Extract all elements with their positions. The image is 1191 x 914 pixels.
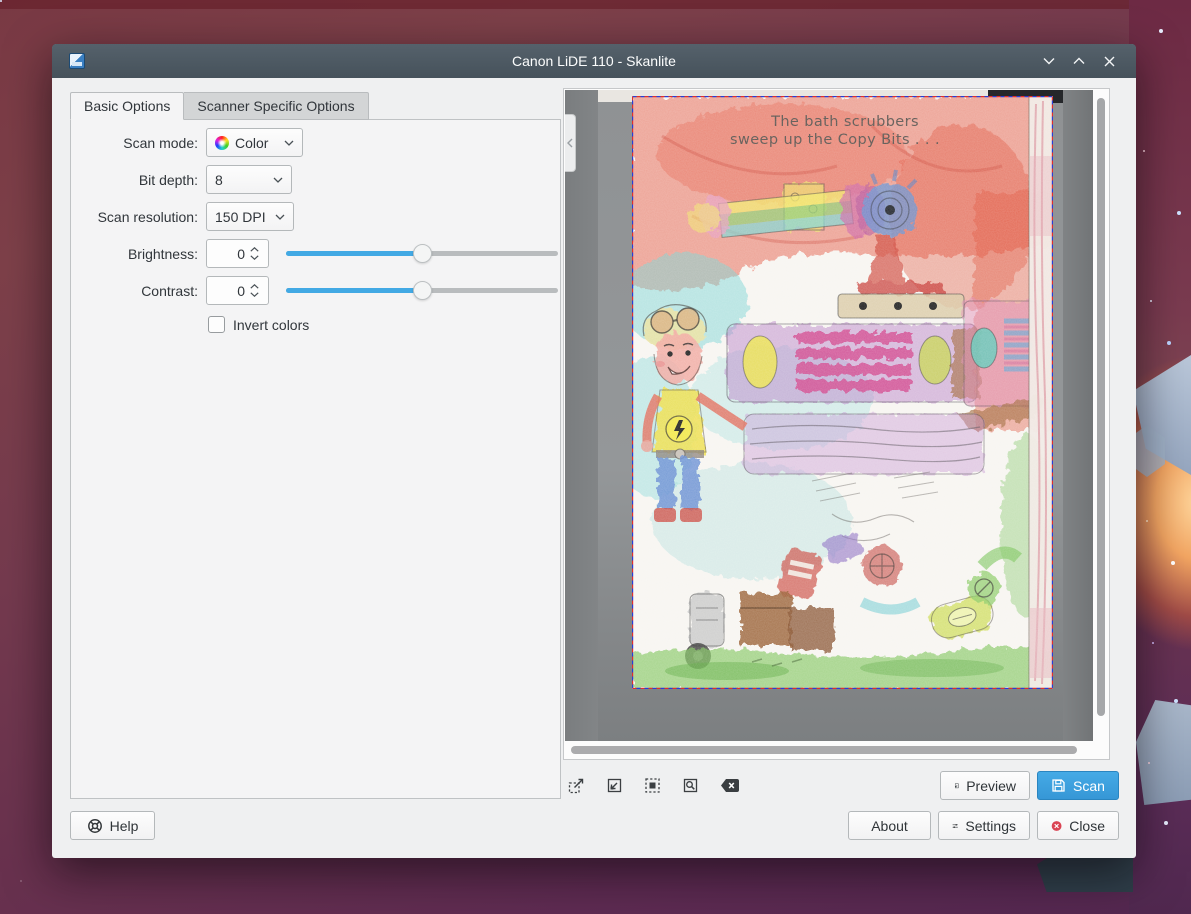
bit-depth-select[interactable]: 8 <box>206 165 292 194</box>
zoom-out-icon <box>606 777 623 794</box>
brightness-slider[interactable] <box>286 244 558 264</box>
preview-canvas[interactable]: The bath scrubbers sweep up the Copy Bit… <box>565 90 1095 743</box>
close-window-button[interactable] <box>1094 44 1124 78</box>
scan-icon <box>1051 778 1066 793</box>
zoom-in-icon <box>568 777 585 794</box>
spinbox-arrows[interactable] <box>250 284 259 297</box>
zoom-toolbar <box>566 775 742 795</box>
slider-fill <box>286 288 422 293</box>
color-wheel-icon <box>215 136 229 150</box>
preview-vertical-scrollbar[interactable] <box>1093 90 1108 743</box>
scan-resolution-value: 150 DPI <box>215 209 266 225</box>
contrast-input[interactable] <box>211 283 245 299</box>
preview-horizontal-scrollbar[interactable] <box>565 741 1095 758</box>
chevron-up-icon <box>1073 57 1085 65</box>
chevron-down-icon <box>275 214 285 220</box>
zoom-to-fit-icon <box>682 777 699 794</box>
brightness-row: Brightness: <box>81 239 558 268</box>
invert-colors-label: Invert colors <box>233 317 309 333</box>
clear-selections-icon <box>720 778 740 793</box>
settings-button[interactable]: Settings <box>938 811 1030 840</box>
invert-colors-checkbox[interactable] <box>208 316 225 333</box>
scan-mode-value: Color <box>235 135 268 151</box>
spin-down-icon <box>250 255 259 260</box>
basic-options-panel: Scan mode: Color Bit depth: 8 Scan resol… <box>70 119 561 799</box>
tab-basic-options[interactable]: Basic Options <box>70 92 184 120</box>
preview-area: The bath scrubbers sweep up the Copy Bit… <box>563 88 1110 760</box>
wallpaper-sparkles <box>0 0 2 2</box>
scan-mode-label: Scan mode: <box>81 135 198 151</box>
spin-up-icon <box>250 247 259 252</box>
invert-colors-row: Invert colors <box>208 316 309 333</box>
contrast-row: Contrast: <box>81 276 558 305</box>
scanned-preview-image[interactable]: The bath scrubbers sweep up the Copy Bit… <box>598 90 1063 742</box>
close-circle-icon <box>1051 818 1062 834</box>
spin-up-icon <box>250 284 259 289</box>
about-button[interactable]: About <box>848 811 931 840</box>
slider-fill <box>286 251 422 256</box>
scan-resolution-select[interactable]: 150 DPI <box>206 202 294 231</box>
help-icon <box>87 818 103 834</box>
bit-depth-label: Bit depth: <box>81 172 198 188</box>
zoom-to-selection-button[interactable] <box>642 775 662 795</box>
scan-drawing: The bath scrubbers sweep up the Copy Bit… <box>632 96 1053 689</box>
brightness-spinbox <box>206 239 269 268</box>
brightness-input[interactable] <box>211 246 245 262</box>
chevron-left-icon <box>567 138 573 148</box>
bit-depth-row: Bit depth: 8 <box>81 165 292 194</box>
clear-selections-button[interactable] <box>718 775 742 795</box>
window-title: Canon LiDE 110 - Skanlite <box>52 53 1136 69</box>
chevron-down-icon <box>284 140 294 146</box>
scan-mode-row: Scan mode: Color <box>81 128 303 157</box>
contrast-label: Contrast: <box>81 283 198 299</box>
settings-sliders-icon <box>952 818 958 834</box>
vertical-scrollbar-thumb[interactable] <box>1097 98 1105 716</box>
horizontal-scrollbar-thumb[interactable] <box>571 746 1077 754</box>
scan-resolution-label: Scan resolution: <box>81 209 198 225</box>
close-icon <box>1104 56 1115 67</box>
minimize-button[interactable] <box>1034 44 1064 78</box>
preview-icon <box>954 778 959 794</box>
contrast-spinbox <box>206 276 269 305</box>
preview-button[interactable]: Preview <box>940 771 1030 800</box>
brightness-slider-handle[interactable] <box>413 244 432 263</box>
contrast-slider[interactable] <box>286 281 558 301</box>
skanlite-window: Canon LiDE 110 - Skanlite Basic Options … <box>52 44 1136 858</box>
bit-depth-value: 8 <box>215 172 223 188</box>
zoom-in-button[interactable] <box>566 775 586 795</box>
scan-button[interactable]: Scan <box>1037 771 1119 800</box>
options-tabbar: Basic Options Scanner Specific Options <box>70 92 369 120</box>
chevron-down-icon <box>1043 57 1055 65</box>
maximize-button[interactable] <box>1064 44 1094 78</box>
zoom-to-fit-button[interactable] <box>680 775 700 795</box>
contrast-slider-handle[interactable] <box>413 281 432 300</box>
titlebar[interactable]: Canon LiDE 110 - Skanlite <box>52 44 1136 78</box>
wallpaper-shade <box>0 0 1191 9</box>
spin-down-icon <box>250 292 259 297</box>
zoom-out-button[interactable] <box>604 775 624 795</box>
zoom-to-selection-icon <box>644 777 661 794</box>
tab-scanner-specific-options[interactable]: Scanner Specific Options <box>184 92 368 120</box>
help-button[interactable]: Help <box>70 811 155 840</box>
brightness-label: Brightness: <box>81 246 198 262</box>
spinbox-arrows[interactable] <box>250 247 259 260</box>
scan-resolution-row: Scan resolution: 150 DPI <box>81 202 294 231</box>
splitter-collapse-handle[interactable] <box>565 114 576 172</box>
close-button[interactable]: Close <box>1037 811 1119 840</box>
scan-mode-select[interactable]: Color <box>206 128 303 157</box>
scan-page[interactable]: The bath scrubbers sweep up the Copy Bit… <box>632 96 1053 689</box>
chevron-down-icon <box>273 177 283 183</box>
